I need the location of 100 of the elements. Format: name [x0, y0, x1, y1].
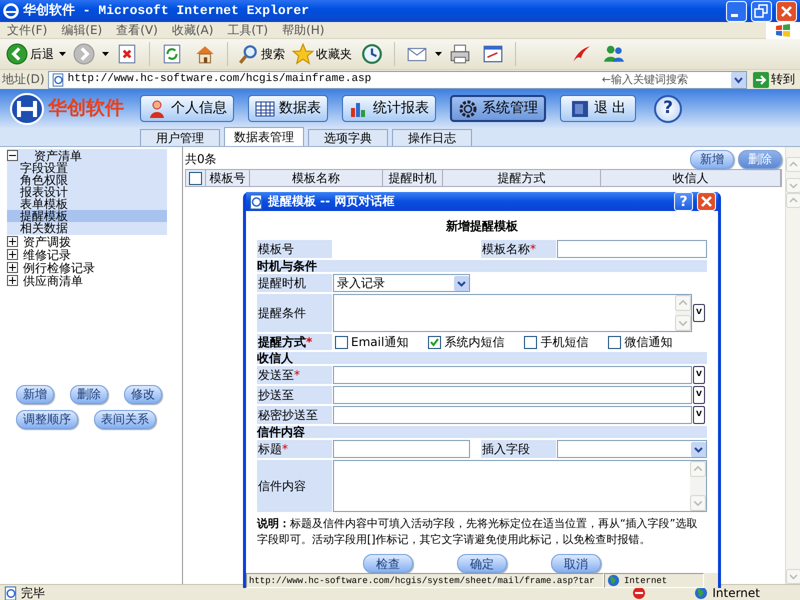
menu-item[interactable]: 查看(V): [109, 22, 165, 38]
note-text: 说明：标题及信件内容中可填入活动字段，先将光标定位在适当位置，再从“插入字段”选取字段即可。活动字段用[]作标记，其它文字请避免使用此标记，以免检查时报错。: [257, 516, 698, 548]
nav-button[interactable]: 数据表: [248, 95, 328, 122]
caret-icon[interactable]: [59, 52, 66, 56]
caret-icon[interactable]: [435, 52, 442, 56]
favorites-button[interactable]: 收藏夹: [290, 42, 354, 66]
scroll-down-icon[interactable]: [690, 495, 706, 512]
tree-item[interactable]: 字段设置: [7, 162, 167, 174]
checkbox-option[interactable]: 系统内短信: [428, 335, 504, 350]
column-header[interactable]: 收信人: [601, 170, 781, 186]
checkbox-icon[interactable]: [608, 336, 622, 349]
input-field[interactable]: [333, 366, 692, 384]
tree-item[interactable]: 例行检修记录: [21, 262, 97, 274]
picker-button[interactable]: v: [693, 304, 705, 322]
input-field[interactable]: [333, 386, 692, 404]
tab[interactable]: 操作日志: [392, 129, 472, 146]
search-field[interactable]: ←输入关键词搜索: [602, 72, 728, 86]
input-field[interactable]: [557, 240, 707, 258]
search-button[interactable]: 搜索: [235, 42, 287, 66]
url-text: http://www.hc-software.com/hcgis/mainframe.asp: [68, 72, 372, 86]
tree-item[interactable]: 资产调拨: [21, 236, 73, 248]
dialog-button[interactable]: 取消: [551, 554, 601, 574]
menu-item[interactable]: 帮助(H): [275, 22, 332, 38]
expand-icon[interactable]: [7, 262, 18, 273]
sidebar-button[interactable]: 修改: [124, 385, 162, 404]
go-arrow-icon: [753, 72, 769, 88]
tree-item[interactable]: 角色权限: [7, 174, 167, 186]
menu-item[interactable]: 工具(T): [220, 22, 276, 38]
checked-checkbox-icon[interactable]: [428, 336, 442, 349]
tree-item[interactable]: 供应商清单: [21, 274, 85, 286]
back-button[interactable]: 后退: [4, 42, 56, 66]
app-logo-text: 华创软件: [48, 97, 124, 120]
window-title: 华创软件 - Microsoft Internet Explorer: [23, 3, 310, 19]
tree-item[interactable]: 表单模板: [7, 198, 167, 210]
tree-item[interactable]: 提醒模板: [7, 210, 167, 222]
section-heading: 时机与条件: [257, 260, 707, 272]
nav-button[interactable]: 系统管理: [450, 95, 546, 122]
scroll-down-icon[interactable]: [675, 315, 691, 332]
checkbox-icon[interactable]: [335, 336, 348, 349]
input-field[interactable]: [333, 406, 692, 424]
checkbox-icon[interactable]: [189, 172, 202, 184]
picker-button[interactable]: v: [693, 366, 705, 384]
dialog-button[interactable]: 检查: [363, 554, 413, 574]
column-header[interactable]: 提醒方式: [443, 170, 601, 186]
nav-button[interactable]: 统计报表: [342, 95, 436, 122]
page-icon: [3, 586, 18, 600]
dialog-button[interactable]: 确定: [457, 554, 507, 574]
checkbox-option[interactable]: 手机短信: [524, 335, 588, 350]
printer-icon[interactable]: [449, 43, 471, 65]
forward-icon[interactable]: [73, 43, 95, 65]
address-label: 地址(D): [2, 72, 45, 87]
minimize-icon[interactable]: [726, 0, 747, 22]
restore-icon[interactable]: [751, 0, 772, 22]
help-button[interactable]: ?: [654, 94, 682, 122]
refresh-icon[interactable]: [161, 43, 183, 65]
caret-icon[interactable]: [102, 52, 109, 56]
column-header[interactable]: 模板号: [206, 170, 250, 186]
picker-button[interactable]: v: [693, 386, 705, 404]
tab[interactable]: 选项字典: [308, 129, 388, 146]
tree-item[interactable]: 维修记录: [21, 248, 73, 260]
menu-item[interactable]: 文件(F): [0, 22, 54, 38]
zone-text: Internet: [712, 586, 760, 600]
nav-button[interactable]: 退 出: [560, 95, 636, 122]
expand-icon[interactable]: [7, 249, 18, 260]
close-icon[interactable]: [697, 192, 716, 211]
edit-icon[interactable]: [482, 43, 504, 65]
column-header[interactable]: 模板名称: [250, 170, 383, 186]
sidebar-button[interactable]: 删除: [70, 385, 108, 404]
nav-button[interactable]: 个人信息: [140, 95, 234, 122]
tab[interactable]: 用户管理: [140, 129, 220, 146]
sidebar-button[interactable]: 调整顺序: [16, 410, 78, 429]
select-field[interactable]: 录入记录: [333, 274, 470, 292]
help-button[interactable]: ?: [674, 192, 693, 211]
tree-item[interactable]: 相关数据: [7, 222, 167, 234]
menu-item[interactable]: 编辑(E): [54, 22, 110, 38]
expand-icon[interactable]: [7, 275, 18, 286]
checkbox-option[interactable]: 微信通知: [608, 335, 672, 350]
field-label: 模板号: [258, 242, 294, 257]
tree-item[interactable]: 资产清单: [21, 150, 167, 162]
tree-item[interactable]: 报表设计: [7, 186, 167, 198]
expand-icon[interactable]: [7, 236, 18, 247]
history-icon[interactable]: [361, 43, 383, 65]
stop-icon[interactable]: [116, 43, 138, 65]
tab[interactable]: 数据表管理: [224, 127, 304, 146]
star-icon: [292, 43, 314, 65]
close-icon[interactable]: [776, 0, 797, 22]
sidebar-button[interactable]: 新增: [16, 385, 54, 404]
select-field[interactable]: [557, 440, 707, 458]
collapse-icon[interactable]: [7, 150, 18, 161]
go-button[interactable]: 转到: [750, 72, 798, 88]
field-label: 提醒条件: [258, 306, 306, 321]
input-field[interactable]: [333, 440, 470, 458]
address-bar[interactable]: http://www.hc-software.com/hcgis/mainframe.asp ←输入关键词搜索: [48, 70, 747, 88]
checkbox-option[interactable]: Email通知: [335, 335, 408, 350]
checkbox-icon[interactable]: [524, 336, 538, 349]
picker-button[interactable]: v: [693, 406, 705, 424]
toolbar-button[interactable]: 新增: [690, 150, 734, 169]
column-header[interactable]: 提醒时机: [383, 170, 443, 186]
menu-item[interactable]: 收藏(A): [164, 22, 220, 38]
sidebar-button[interactable]: 表间关系: [94, 410, 156, 429]
